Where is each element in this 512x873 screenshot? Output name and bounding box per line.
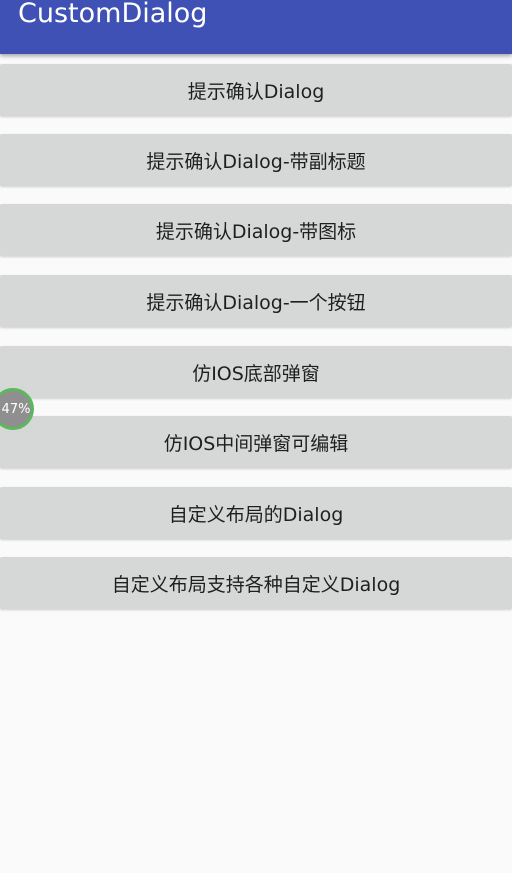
confirm-dialog-single-button[interactable]: 提示确认Dialog-一个按钮: [0, 275, 512, 327]
confirm-dialog-subtitle-button[interactable]: 提示确认Dialog-带副标题: [0, 134, 512, 186]
confirm-dialog-button[interactable]: 提示确认Dialog: [0, 64, 512, 116]
app-screen: CustomDialog 提示确认Dialog 提示确认Dialog-带副标题 …: [0, 0, 512, 873]
progress-percent-label: 47%: [1, 401, 31, 417]
confirm-dialog-icon-button[interactable]: 提示确认Dialog-带图标: [0, 204, 512, 256]
app-bar: CustomDialog: [0, 0, 512, 54]
ios-bottom-sheet-button[interactable]: 仿IOS底部弹窗: [0, 346, 512, 398]
custom-layout-advanced-dialog-button[interactable]: 自定义布局支持各种自定义Dialog: [0, 557, 512, 609]
ios-editable-dialog-button[interactable]: 仿IOS中间弹窗可编辑: [0, 416, 512, 468]
custom-layout-dialog-button[interactable]: 自定义布局的Dialog: [0, 487, 512, 539]
app-title: CustomDialog: [18, 0, 208, 29]
